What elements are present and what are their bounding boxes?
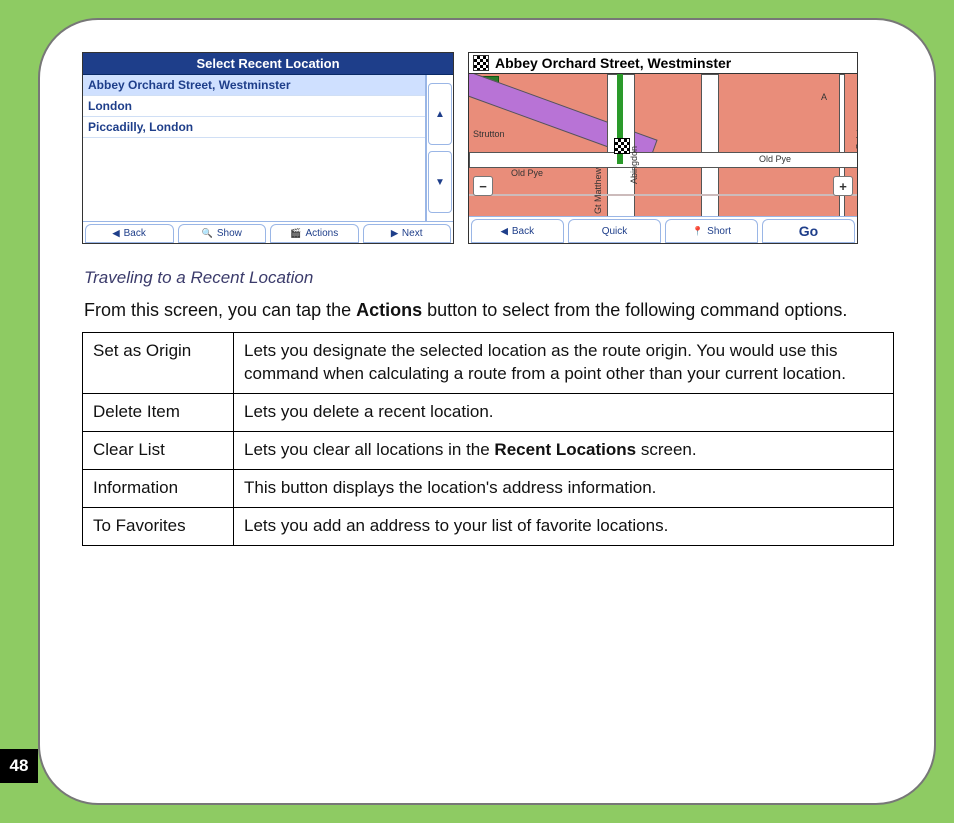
map-body[interactable]: 80 m Strutton Old Pye Old Pye Gt Matthew… <box>469 74 857 216</box>
actions-desc-cell: Lets you designate the selected location… <box>234 333 894 394</box>
zoom-out-button[interactable]: − <box>473 176 493 196</box>
desc-text: Lets you add an address to your list of … <box>244 516 668 535</box>
actions-cmd-cell: To Favorites <box>83 507 234 545</box>
para-bold: Actions <box>356 300 422 320</box>
screenshot-map-preview: Abbey Orchard Street, Westminster 80 m S… <box>468 52 858 244</box>
map-quick-button[interactable]: Quick <box>568 219 661 243</box>
actions-button[interactable]: 🎬 Actions <box>270 224 359 243</box>
table-row: Delete Item Lets you delete a recent loc… <box>83 394 894 432</box>
list-title: Select Recent Location <box>83 53 453 75</box>
nav-label: Actions <box>305 228 338 239</box>
table-row: Information This button displays the loc… <box>83 470 894 508</box>
show-button[interactable]: 🔍 Show <box>178 224 267 243</box>
street-label: Strutton <box>473 129 505 139</box>
list-item[interactable]: Abbey Orchard Street, Westminster <box>83 75 425 96</box>
actions-desc-cell: This button displays the location's addr… <box>234 470 894 508</box>
chevron-down-icon: ▼ <box>435 177 445 188</box>
page-card: Select Recent Location Abbey Orchard Str… <box>38 18 936 805</box>
actions-desc-cell: Lets you clear all locations in the Rece… <box>234 432 894 470</box>
street-label: Abingdon <box>629 146 639 184</box>
map-road <box>469 194 857 196</box>
triangle-left-icon: ◀ <box>113 228 120 239</box>
para-text: From this screen, you can tap the <box>84 300 356 320</box>
triangle-left-icon: ◀ <box>501 226 508 237</box>
desc-bold: Recent Locations <box>494 440 636 459</box>
page-number: 48 <box>0 749 38 783</box>
map-title-bar: Abbey Orchard Street, Westminster <box>469 53 857 74</box>
list-body: Abbey Orchard Street, Westminster London… <box>83 75 453 221</box>
street-label: Old Pye <box>759 154 791 164</box>
clapper-icon: 🎬 <box>290 228 301 239</box>
map-title: Abbey Orchard Street, Westminster <box>495 55 731 71</box>
scroll-down-button[interactable]: ▼ <box>428 151 452 213</box>
nav-label: Show <box>217 228 242 239</box>
desc-text: Lets you delete a recent location. <box>244 402 494 421</box>
list-item[interactable]: Piccadilly, London <box>83 117 425 138</box>
para-text: button to select from the following comm… <box>422 300 847 320</box>
map-road <box>469 152 857 168</box>
nav-label: Short <box>707 226 731 237</box>
checkered-flag-icon <box>473 55 489 71</box>
map-go-button[interactable]: Go <box>762 219 855 243</box>
bottom-nav: ◀ Back 🔍 Show 🎬 Actions ▶ Next <box>83 221 453 243</box>
desc-text: Lets you clear all locations in the <box>244 440 494 459</box>
street-label: Saint <box>855 129 857 150</box>
actions-desc-cell: Lets you add an address to your list of … <box>234 507 894 545</box>
nav-label: Quick <box>602 226 628 237</box>
desc-text: screen. <box>636 440 696 459</box>
route-icon: 📍 <box>692 226 703 237</box>
screenshot-select-recent-location: Select Recent Location Abbey Orchard Str… <box>82 52 454 244</box>
desc-text: This button displays the location's addr… <box>244 478 656 497</box>
desc-text: Lets you designate the selected location… <box>244 341 846 383</box>
actions-table: Set as Origin Lets you designate the sel… <box>82 332 894 546</box>
scroll-column: ▲ ▼ <box>426 75 453 221</box>
list-item[interactable]: London <box>83 96 425 117</box>
actions-cmd-cell: Clear List <box>83 432 234 470</box>
street-label: Gt Matthew <box>593 168 603 214</box>
street-label: Old Pye <box>511 168 543 178</box>
binoculars-icon: 🔍 <box>202 228 213 239</box>
table-row: Clear List Lets you clear all locations … <box>83 432 894 470</box>
screenshots-row: Select Recent Location Abbey Orchard Str… <box>82 52 894 244</box>
map-short-button[interactable]: 📍 Short <box>665 219 758 243</box>
actions-cmd-cell: Delete Item <box>83 394 234 432</box>
body-paragraph: From this screen, you can tap the Action… <box>84 298 894 322</box>
nav-label: Next <box>402 228 423 239</box>
street-label: A <box>821 92 827 102</box>
destination-flag-icon <box>614 138 630 154</box>
back-button[interactable]: ◀ Back <box>85 224 174 243</box>
next-button[interactable]: ▶ Next <box>363 224 452 243</box>
map-bottom-nav: ◀ Back Quick 📍 Short Go <box>469 216 857 243</box>
zoom-in-button[interactable]: + <box>833 176 853 196</box>
nav-label: Back <box>512 226 534 237</box>
figure-caption: Traveling to a Recent Location <box>84 268 894 288</box>
actions-desc-cell: Lets you delete a recent location. <box>234 394 894 432</box>
table-row: To Favorites Lets you add an address to … <box>83 507 894 545</box>
triangle-right-icon: ▶ <box>391 228 398 239</box>
actions-cmd-cell: Information <box>83 470 234 508</box>
nav-label: Back <box>124 228 146 239</box>
nav-label: Go <box>799 223 818 239</box>
chevron-up-icon: ▲ <box>435 109 445 120</box>
list-items: Abbey Orchard Street, Westminster London… <box>83 75 426 221</box>
map-back-button[interactable]: ◀ Back <box>471 219 564 243</box>
page-outer: 48 Select Recent Location Abbey Orchard … <box>0 0 954 823</box>
table-row: Set as Origin Lets you designate the sel… <box>83 333 894 394</box>
scroll-up-button[interactable]: ▲ <box>428 83 452 145</box>
actions-cmd-cell: Set as Origin <box>83 333 234 394</box>
